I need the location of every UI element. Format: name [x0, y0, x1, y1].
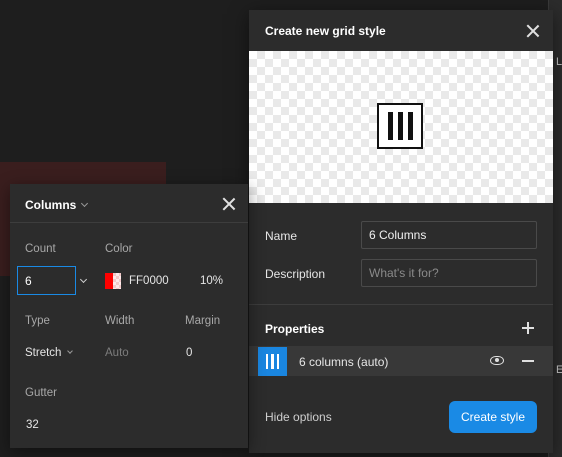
- sidebar-edge-label: E: [556, 364, 562, 376]
- grid-preview: [249, 51, 553, 203]
- eye-icon[interactable]: [490, 356, 504, 365]
- type-dropdown[interactable]: Stretch: [25, 347, 74, 359]
- panel-title: Columns: [25, 198, 77, 212]
- dialog-title: Create new grid style: [265, 24, 386, 38]
- name-row: Name: [249, 221, 553, 249]
- opacity-value[interactable]: 10%: [200, 275, 223, 287]
- gutter-input[interactable]: 32: [26, 419, 39, 431]
- description-label: Description: [265, 267, 326, 281]
- name-label: Name: [265, 229, 298, 243]
- chevron-down-icon: [67, 348, 74, 354]
- color-swatch[interactable]: [105, 273, 121, 289]
- chevron-down-icon[interactable]: [79, 275, 88, 284]
- layout-type-dropdown[interactable]: Columns: [25, 198, 89, 212]
- gutter-label: Gutter: [25, 387, 57, 399]
- description-row: Description: [249, 259, 553, 287]
- count-input[interactable]: [17, 266, 76, 295]
- color-hex-value[interactable]: FF0000: [129, 275, 169, 287]
- panel-header: Columns: [10, 184, 248, 223]
- minus-icon[interactable]: [522, 360, 534, 362]
- width-label: Width: [105, 315, 135, 327]
- count-label: Count: [25, 243, 56, 255]
- columns-settings-panel: Columns Count Color FF0000 10% Type Widt…: [10, 184, 248, 448]
- close-icon[interactable]: [222, 197, 236, 211]
- dialog-header: Create new grid style: [249, 10, 553, 51]
- grid-columns-icon: [377, 103, 423, 149]
- plus-icon[interactable]: [522, 322, 534, 334]
- margin-input[interactable]: 0: [186, 347, 192, 359]
- margin-label: Margin: [185, 315, 221, 327]
- color-label: Color: [105, 243, 133, 255]
- sidebar-edge-label: L: [556, 56, 562, 68]
- chevron-down-icon: [81, 199, 89, 208]
- close-icon[interactable]: [526, 24, 540, 38]
- canvas-frame-red-edge: [0, 186, 10, 276]
- divider: [249, 304, 553, 305]
- type-value: Stretch: [25, 347, 62, 359]
- canvas-frame-red: [0, 162, 166, 186]
- grid-property-row[interactable]: 6 columns (auto): [249, 346, 553, 376]
- grid-property-label: 6 columns (auto): [299, 355, 389, 369]
- grid-columns-icon[interactable]: [258, 347, 287, 376]
- properties-title: Properties: [265, 322, 325, 336]
- width-input[interactable]: Auto: [105, 347, 129, 359]
- description-input[interactable]: [361, 259, 537, 287]
- hide-options-link[interactable]: Hide options: [265, 410, 332, 424]
- create-grid-style-dialog: Create new grid style Name Description P…: [249, 10, 553, 453]
- create-style-button[interactable]: Create style: [449, 401, 537, 433]
- name-input[interactable]: [361, 221, 537, 249]
- type-label: Type: [25, 315, 50, 327]
